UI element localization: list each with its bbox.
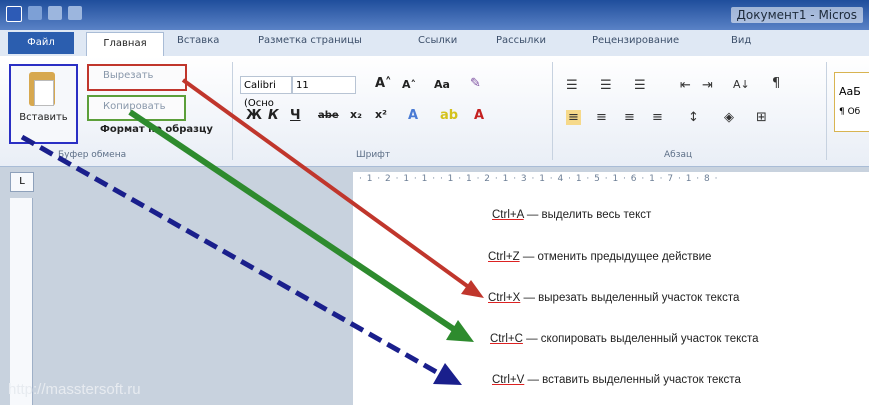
cut-arrow	[181, 78, 472, 290]
paste-arrow	[20, 134, 442, 377]
annotation-arrows	[20, 78, 484, 385]
copy-arrow	[128, 109, 457, 333]
paste-arrow-head	[433, 363, 462, 385]
